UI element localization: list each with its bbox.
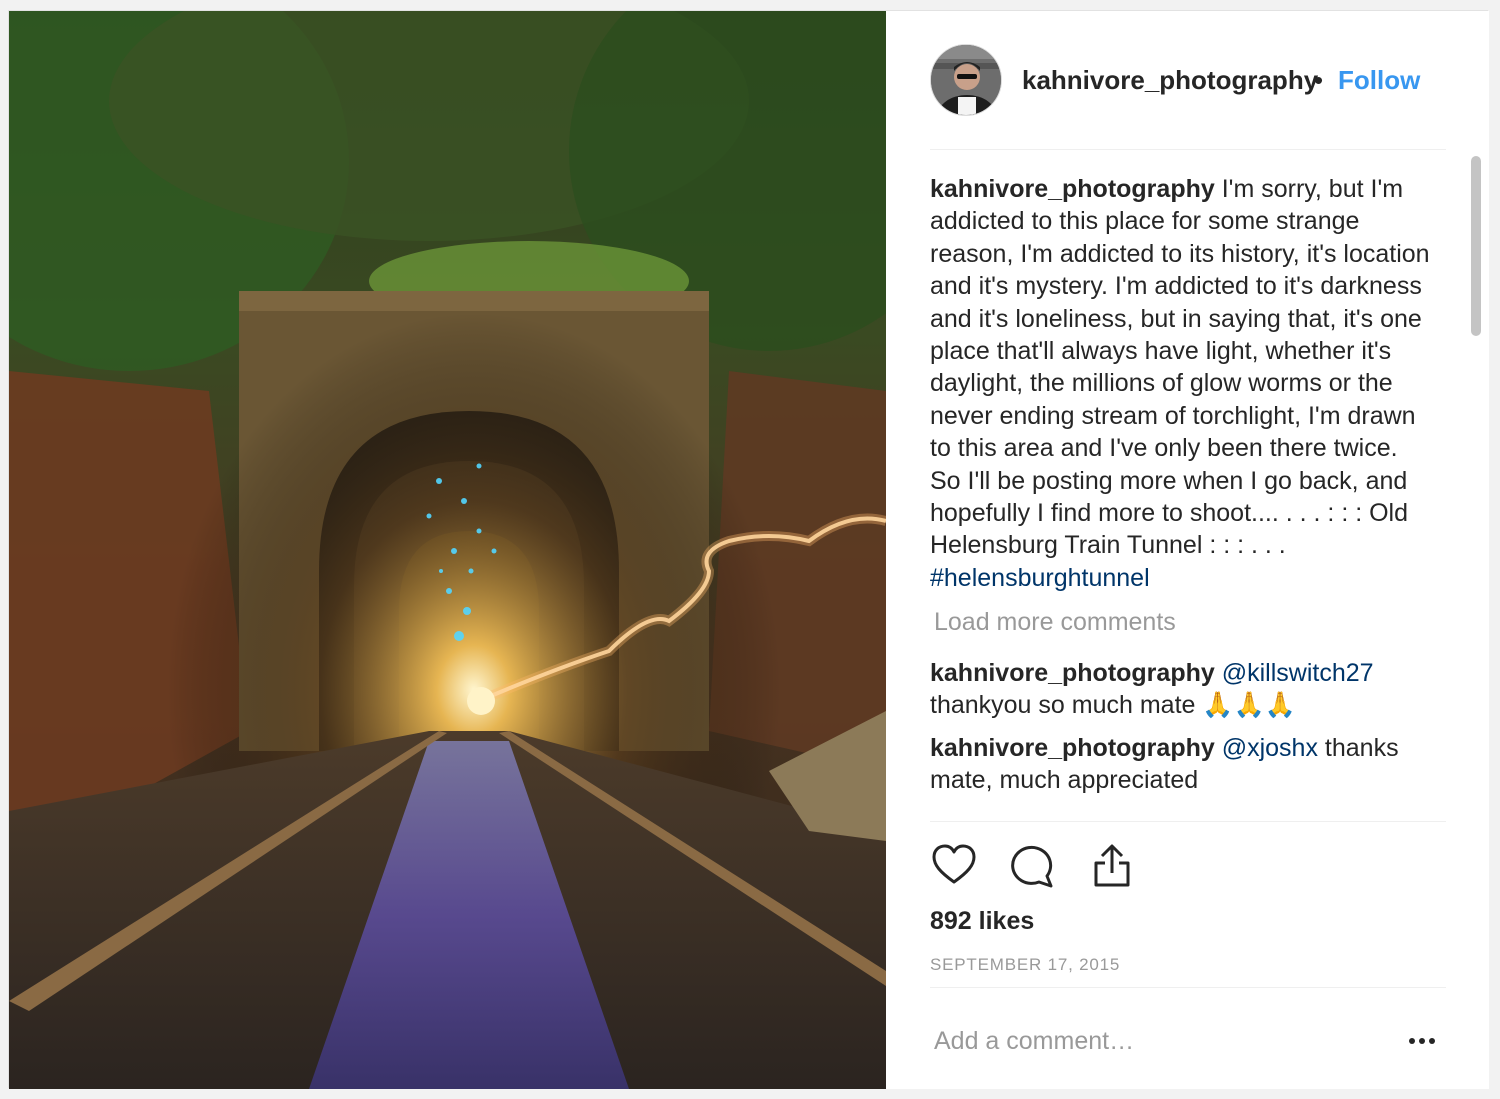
post-container: kahnivore_photography • Follow kahnivore… [8, 10, 1489, 1089]
comments-scrollbar[interactable] [1468, 156, 1482, 821]
scrollbar-thumb[interactable] [1471, 156, 1481, 336]
caption-text: I'm sorry, but I'm addicted to this plac… [930, 175, 1430, 560]
separator-dot: • [1314, 65, 1324, 95]
heart-icon[interactable] [930, 841, 978, 889]
caption-username[interactable]: kahnivore_photography [930, 175, 1215, 203]
post-header: kahnivore_photography • Follow [886, 11, 1489, 151]
comment-username[interactable]: kahnivore_photography [930, 734, 1215, 762]
comment-username[interactable]: kahnivore_photography [930, 659, 1215, 687]
comment-box-divider [930, 987, 1446, 988]
tunnel-photo-image [9, 11, 886, 1089]
actions-divider [930, 821, 1446, 822]
follow-button[interactable]: Follow [1338, 65, 1420, 96]
share-icon[interactable] [1088, 841, 1136, 889]
more-options-icon[interactable] [1406, 1027, 1438, 1055]
comment-item: kahnivore_photography @killswitch27 than… [930, 657, 1430, 722]
comment-mention-link[interactable]: @xjoshx [1222, 734, 1318, 762]
post-sidebar: kahnivore_photography • Follow kahnivore… [886, 11, 1489, 1089]
avatar-image [931, 45, 1001, 115]
comments-list[interactable]: kahnivore_photography I'm sorry, but I'm… [930, 173, 1430, 821]
comment-icon[interactable] [1008, 841, 1056, 889]
comment-mention-link[interactable]: @killswitch27 [1222, 659, 1374, 687]
comment-text: thankyou so much mate 🙏🙏🙏 [930, 691, 1296, 720]
post-date: SEPTEMBER 17, 2015 [930, 955, 1121, 974]
likes-count[interactable]: 892 likes [930, 907, 1034, 936]
post-photo[interactable] [9, 11, 886, 1089]
header-divider [930, 149, 1446, 150]
avatar[interactable] [930, 44, 1002, 116]
add-comment-input[interactable] [930, 1023, 1370, 1059]
post-author-username[interactable]: kahnivore_photography [1022, 65, 1318, 96]
load-more-comments-button[interactable]: Load more comments [930, 606, 1430, 638]
caption-hashtag-link[interactable]: #helensburghtunnel [930, 564, 1150, 592]
comment-item: kahnivore_photography @xjoshx thanks mat… [930, 732, 1430, 797]
post-caption: kahnivore_photography I'm sorry, but I'm… [930, 173, 1430, 594]
